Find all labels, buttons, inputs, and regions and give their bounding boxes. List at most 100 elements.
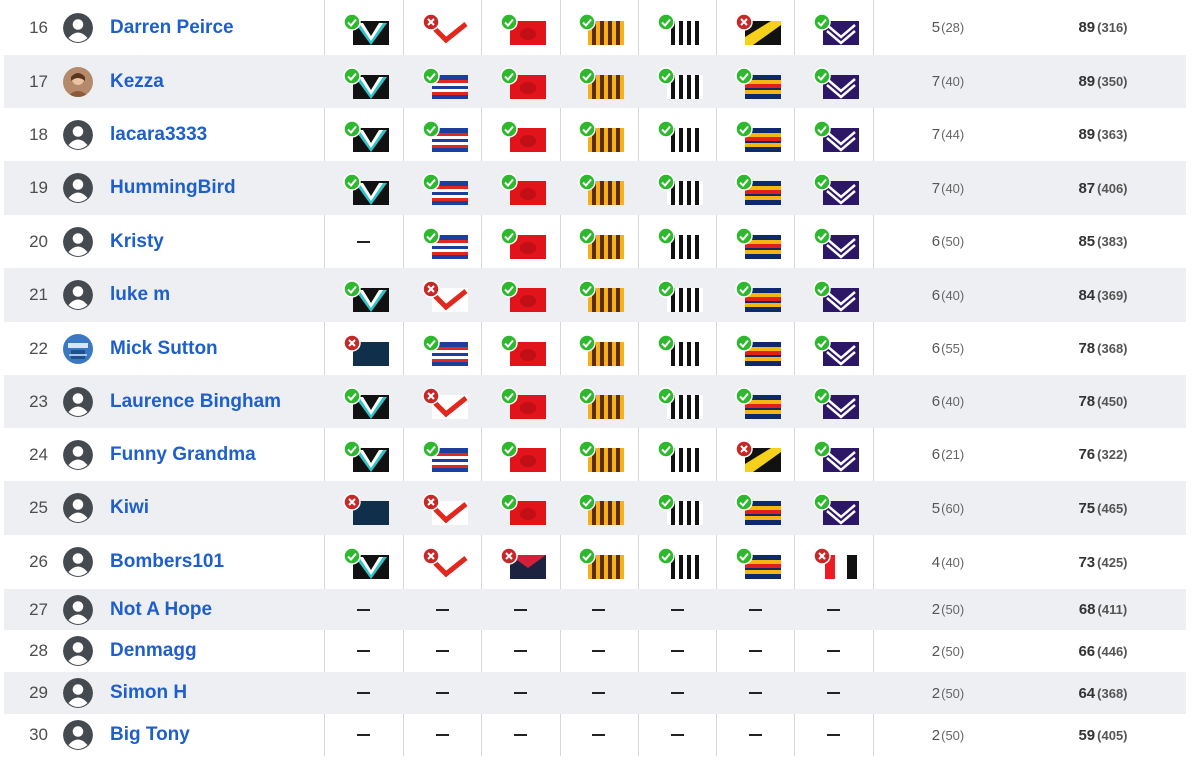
no-tip-dash [591, 650, 605, 652]
tip-result [422, 226, 468, 259]
total-points-value: 75 [1078, 499, 1096, 517]
player-name-link[interactable]: luke m [110, 268, 320, 322]
tip-cell [559, 535, 637, 589]
tip-result [813, 12, 859, 45]
no-tip-dash [670, 650, 684, 652]
round-score: 7 (40) [888, 55, 1008, 108]
tip-cell [324, 535, 402, 589]
avatar[interactable] [62, 161, 94, 215]
avatar[interactable] [62, 215, 94, 268]
player-name-link[interactable]: Darren Peirce [110, 0, 320, 55]
leaderboard-row: 29 Simon H 2 (50) 64 (368) [4, 672, 1186, 714]
no-tip-dash [748, 650, 762, 652]
avatar[interactable] [62, 268, 94, 322]
player-name-link[interactable]: Laurence Bingham [110, 375, 320, 428]
total-points: 66 (446) [1033, 630, 1173, 672]
round-score-value: 2 [931, 726, 941, 744]
player-name-link[interactable]: Kezza [110, 55, 320, 108]
tip-result [343, 66, 389, 99]
tip-cell [403, 215, 481, 268]
avatar[interactable] [62, 672, 94, 714]
round-score-value: 5 [931, 499, 941, 517]
tip-cell [794, 589, 872, 630]
tip-result [813, 226, 859, 259]
round-score: 7 (44) [888, 108, 1008, 161]
tip-cell [794, 322, 872, 375]
tip-result [813, 386, 859, 419]
total-points: 64 (368) [1033, 672, 1173, 714]
tip-cell [481, 630, 559, 672]
round-score: 4 (40) [888, 535, 1008, 589]
round-score-value: 7 [931, 126, 941, 143]
player-name-link[interactable]: Not A Hope [110, 589, 320, 630]
tip-cell [638, 714, 716, 756]
tip-result [657, 119, 703, 152]
tip-result [422, 386, 468, 419]
tip-cell [794, 672, 872, 714]
total-points-value: 66 [1078, 642, 1096, 660]
tip-result [500, 12, 546, 45]
avatar[interactable] [62, 375, 94, 428]
player-name-link[interactable]: Kristy [110, 215, 320, 268]
player-name-link[interactable]: lacara3333 [110, 108, 320, 161]
tip-cell [638, 268, 716, 322]
player-name-link[interactable]: Mick Sutton [110, 322, 320, 375]
tip-cell [403, 0, 481, 55]
round-score-value: 4 [931, 553, 941, 571]
avatar[interactable] [62, 589, 94, 630]
tip-cell [559, 672, 637, 714]
avatar[interactable] [62, 714, 94, 756]
avatar[interactable] [62, 428, 94, 481]
tip-result [422, 119, 468, 152]
no-tip-dash [670, 608, 684, 611]
tip-result [813, 119, 859, 152]
rank-number: 25 [29, 498, 48, 517]
tip-cell [559, 714, 637, 756]
player-name-link[interactable]: Denmagg [110, 630, 320, 672]
avatar[interactable] [62, 108, 94, 161]
total-margin: (316) [1097, 20, 1128, 35]
total-points: 59 (405) [1033, 714, 1173, 756]
tip-result [735, 386, 781, 419]
player-name-link[interactable]: HummingBird [110, 161, 320, 215]
player-name-link[interactable]: Big Tony [110, 714, 320, 756]
round-margin: (40) [941, 180, 965, 196]
round-margin: (40) [941, 554, 965, 570]
avatar[interactable] [62, 0, 94, 55]
round-score: 6 (40) [888, 375, 1008, 428]
player-name-link[interactable]: Kiwi [110, 481, 320, 535]
no-tip-dash [748, 608, 762, 611]
tip-cell [638, 481, 716, 535]
tip-cell [559, 322, 637, 375]
avatar[interactable] [62, 535, 94, 589]
total-margin: (322) [1097, 447, 1128, 462]
avatar[interactable] [62, 481, 94, 535]
round-score-value: 6 [931, 233, 941, 250]
leaderboard-row: 25 Kiwi 5 (60) 75 (465) [4, 481, 1186, 535]
tip-result [422, 66, 468, 99]
tip-result [500, 493, 546, 525]
total-points-value: 78 [1078, 393, 1096, 410]
avatar[interactable] [62, 630, 94, 672]
player-name-link[interactable]: Simon H [110, 672, 320, 714]
rank-number: 16 [29, 17, 48, 37]
tip-result [578, 386, 624, 419]
player-name-link[interactable]: Funny Grandma [110, 428, 320, 481]
round-score: 6 (55) [888, 322, 1008, 375]
round-margin: (50) [941, 727, 965, 743]
tip-result [500, 333, 546, 366]
avatar[interactable] [62, 55, 94, 108]
tip-result [578, 333, 624, 366]
tip-result [343, 12, 389, 45]
tip-result [813, 493, 859, 525]
avatar[interactable] [62, 322, 94, 375]
round-margin: (60) [941, 500, 965, 516]
player-name-link[interactable]: Bombers101 [110, 535, 320, 589]
tip-cell [559, 375, 637, 428]
total-points-value: 84 [1078, 286, 1096, 304]
tip-result [578, 66, 624, 99]
no-tip-dash [670, 692, 684, 694]
tip-cell [716, 108, 794, 161]
tip-result [578, 119, 624, 152]
tip-cell [403, 375, 481, 428]
